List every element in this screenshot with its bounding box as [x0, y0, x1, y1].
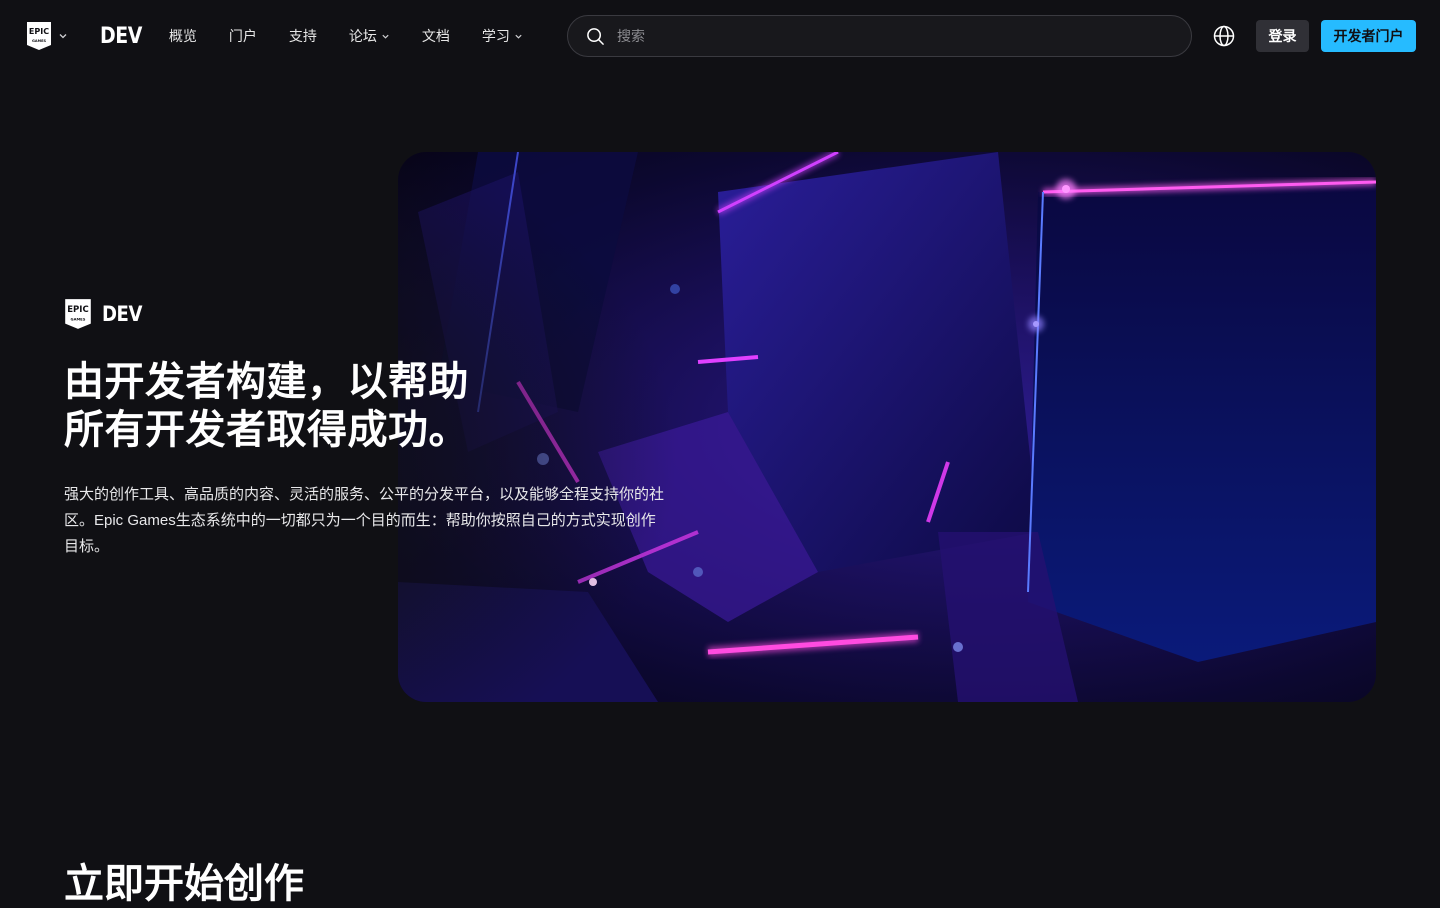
nav-item-3[interactable]: 论坛 — [349, 26, 390, 46]
main-nav: 概览 门户 支持 论坛 文档 学习 — [169, 26, 555, 46]
hero-dev-wordmark: DEV — [102, 302, 143, 326]
svg-text:EPIC: EPIC — [67, 305, 88, 315]
nav-item-5[interactable]: 学习 — [482, 26, 523, 46]
get-started-heading: 立即开始创作 — [64, 862, 304, 906]
nav-item-0[interactable]: 概览 — [169, 26, 197, 46]
chevron-down-icon — [515, 34, 522, 39]
hero-title-line-1: 由开发者构建，以帮助 — [64, 360, 469, 404]
svg-text:EPIC: EPIC — [29, 27, 49, 36]
svg-text:GAMES: GAMES — [71, 317, 86, 321]
nav-item-label: 概览 — [168, 28, 197, 44]
hero-content: EPIC GAMES DEV 由开发者构建，以帮助 所有开发者取得成功。 强大的… — [64, 298, 684, 560]
search-bar[interactable] — [567, 15, 1192, 57]
chevron-down-icon — [382, 34, 389, 39]
nav-item-2[interactable]: 支持 — [289, 26, 317, 46]
epic-games-menu-button[interactable]: EPIC GAMES — [26, 21, 68, 51]
search-icon — [587, 27, 604, 45]
hero-title: 由开发者构建，以帮助 所有开发者取得成功。 — [64, 358, 684, 454]
developer-portal-button[interactable]: 开发者门户 — [1321, 20, 1416, 52]
nav-item-4[interactable]: 文档 — [422, 26, 450, 46]
epic-games-shield-icon: EPIC GAMES — [65, 299, 91, 329]
hero-title-line-2: 所有开发者取得成功。 — [64, 408, 469, 452]
hero-description: 强大的创作工具、高品质的内容、灵活的服务、公平的分发平台，以及能够全程支持你的社… — [64, 486, 665, 555]
chevron-down-icon — [59, 34, 67, 39]
nav-item-label: 论坛 — [348, 28, 377, 44]
svg-text:GAMES: GAMES — [32, 39, 46, 43]
nav-item-label: 文档 — [421, 28, 450, 44]
epic-games-shield-icon: EPIC GAMES — [27, 22, 51, 50]
nav-item-label: 门户 — [228, 28, 257, 44]
nav-item-label: 支持 — [288, 28, 317, 44]
globe-icon[interactable] — [1213, 25, 1235, 47]
nav-item-1[interactable]: 门户 — [229, 26, 257, 46]
login-button[interactable]: 登录 — [1256, 20, 1309, 52]
search-input[interactable] — [617, 28, 1177, 44]
nav-item-label: 学习 — [481, 28, 510, 44]
hero-logo: EPIC GAMES DEV — [64, 298, 684, 330]
dev-home-link[interactable]: DEV — [100, 24, 142, 49]
